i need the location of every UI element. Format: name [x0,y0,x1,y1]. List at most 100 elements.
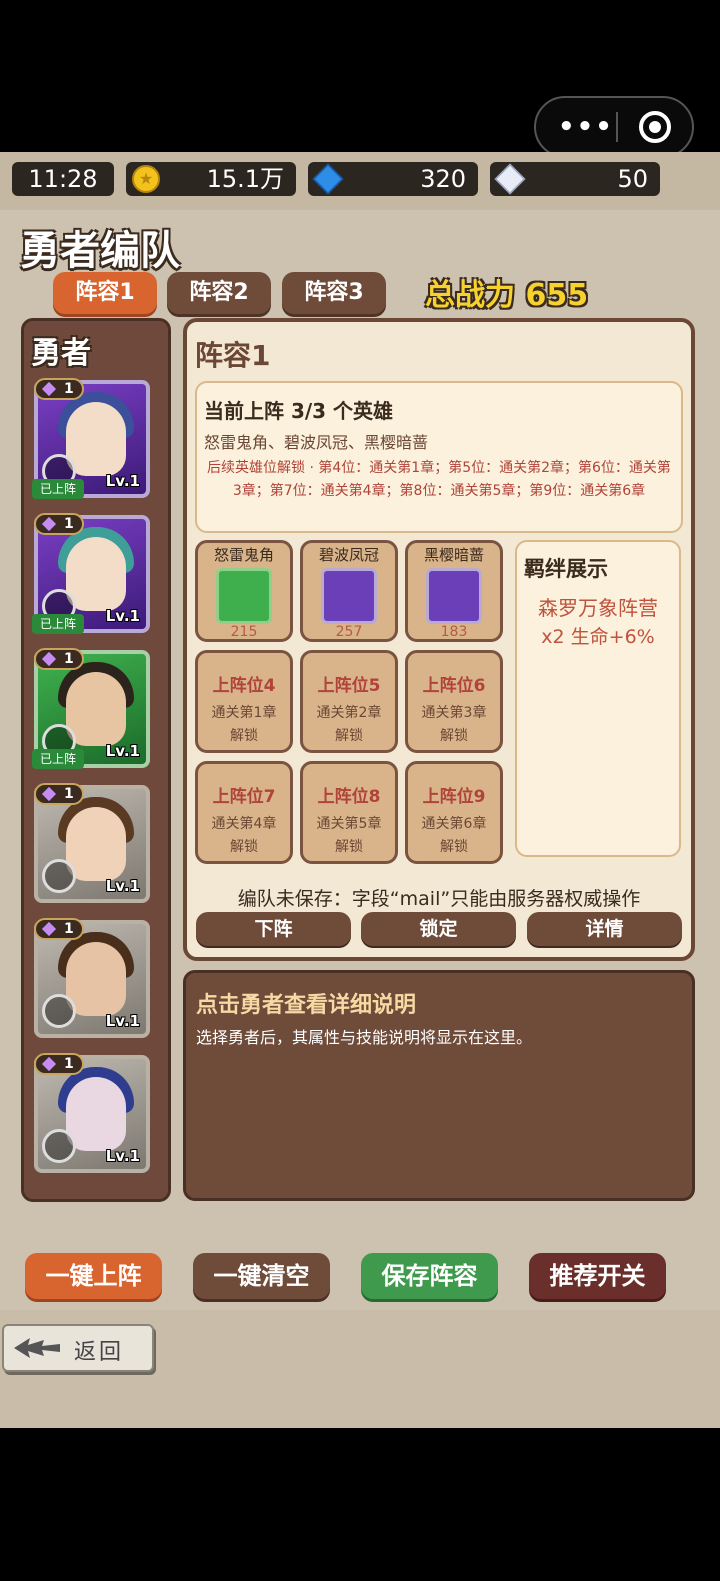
unsaved-warning: 编队未保存：字段“mail”只能由服务器权威操作 [237,888,641,910]
locked-slot-4[interactable]: 上阵位4 通关第1章 解锁 [195,650,293,753]
blue-gem-icon [312,163,344,195]
gold-coin-icon: ★ [132,165,160,193]
class-icon [42,1129,76,1163]
tab-lineup-1[interactable]: 阵容1 [53,272,157,314]
lock-button[interactable]: 锁定 [361,912,516,946]
recommend-toggle-button[interactable]: 推荐开关 [529,1253,666,1299]
hero-list-title: 勇者 [31,336,91,371]
slot-requirement: 通关第6章 [421,816,487,832]
slot-label: 上阵位6 [422,676,486,696]
locked-slot-9[interactable]: 上阵位9 通关第6章 解锁 [405,761,503,864]
hero-level: Lv.1 [105,472,140,490]
star-count: 1 [64,1056,74,1072]
diamond-value: 50 [617,165,648,193]
star-badge: 1 [34,648,84,670]
tab-lineup-2[interactable]: 阵容2 [167,272,271,314]
slot-label: 上阵位9 [422,787,486,807]
clock: 11:28 [12,162,114,196]
star-badge: 1 [34,1053,84,1075]
lineup-slot-2[interactable]: 碧波凤冠 257 [300,540,398,642]
slot-hero-avatar [426,568,482,624]
star-gem-icon [41,1056,57,1072]
slot-unlock-state: 解锁 [335,839,363,855]
miniprogram-capsule: ••• [534,96,694,158]
star-count: 1 [64,921,74,937]
lineup-title: 阵容1 [195,339,271,372]
slot-hero-power: 183 [440,624,468,640]
slot-unlock-state: 解锁 [230,728,258,744]
locked-slot-7[interactable]: 上阵位7 通关第4章 解锁 [195,761,293,864]
hero-level: Lv.1 [105,877,140,895]
star-badge: 1 [34,378,84,400]
slot-requirement: 通关第1章 [211,705,277,721]
locked-slot-6[interactable]: 上阵位6 通关第3章 解锁 [405,650,503,753]
slot-unlock-state: 解锁 [335,728,363,744]
star-gem-icon [41,516,57,532]
deployed-badge: 已上阵 [32,749,84,769]
more-icon[interactable]: ••• [558,114,614,140]
tab-lineup-3[interactable]: 阵容3 [282,272,386,314]
unequip-button[interactable]: 下阵 [196,912,351,946]
locked-slot-8[interactable]: 上阵位8 通关第5章 解锁 [300,761,398,864]
time-text: 11:28 [28,165,98,193]
deployed-names: 怒雷鬼角、碧波凤冠、黑樱暗蔷 [204,433,429,452]
slot-hero-power: 257 [335,624,363,640]
class-icon [42,859,76,893]
bond-camp: 森罗万象阵营 [538,596,658,620]
slot-hero-power: 215 [230,624,258,640]
deployed-count: 当前上阵 3/3 个英雄 [204,399,394,423]
bond-panel [515,540,681,857]
slot-requirement: 通关第2章 [316,705,382,721]
slot-hero-name: 黑樱暗蔷 [423,546,484,564]
diamond-icon [494,163,526,195]
back-button[interactable]: 返回 [2,1324,154,1372]
detail-title: 点击勇者查看详细说明 [196,993,417,1018]
star-count: 1 [64,516,74,532]
close-circle-icon[interactable] [639,111,671,143]
slot-label: 上阵位8 [317,787,381,807]
gem-value: 320 [420,165,466,193]
star-gem-icon [41,381,57,397]
hero-level: Lv.1 [105,1147,140,1165]
star-count: 1 [64,786,74,802]
slot-requirement: 通关第5章 [316,816,382,832]
slot-hero-avatar [216,568,272,624]
unlock-info: 后续英雄位解锁 · 第4位：通关第1章；第5位：通关第2章；第6位：通关第3章；… [207,460,671,499]
hero-level: Lv.1 [105,742,140,760]
page-title: 勇者编队 [20,228,180,274]
star-count: 1 [64,381,74,397]
gold-value: 15.1万 [206,165,284,193]
detail-text: 选择勇者后，其属性与技能说明将显示在这里。 [196,1028,533,1047]
slot-label: 上阵位5 [317,676,381,696]
back-label: 返回 [74,1340,125,1365]
slot-requirement: 通关第3章 [421,705,487,721]
lineup-slot-1[interactable]: 怒雷鬼角 215 [195,540,293,642]
star-gem-icon [41,921,57,937]
auto-equip-button[interactable]: 一键上阵 [25,1253,162,1299]
diamond-counter: 50 [490,162,660,196]
clear-all-button[interactable]: 一键清空 [193,1253,330,1299]
slot-label: 上阵位4 [212,676,276,696]
slot-unlock-state: 解锁 [440,728,468,744]
hero-level: Lv.1 [105,1012,140,1030]
star-badge: 1 [34,918,84,940]
slot-unlock-state: 解锁 [230,839,258,855]
gold-counter: ★ 15.1万 [126,162,296,196]
lineup-slot-3[interactable]: 黑樱暗蔷 183 [405,540,503,642]
hero-level: Lv.1 [105,607,140,625]
slot-requirement: 通关第4章 [211,816,277,832]
slot-hero-avatar [321,568,377,624]
star-badge: 1 [34,513,84,535]
deployed-badge: 已上阵 [32,479,84,499]
deployed-badge: 已上阵 [32,614,84,634]
star-gem-icon [41,651,57,667]
locked-slot-5[interactable]: 上阵位5 通关第2章 解锁 [300,650,398,753]
gem-counter: 320 [308,162,478,196]
bond-effect: x2 生命+6% [541,626,655,648]
back-arrow-icon [14,1338,60,1358]
star-count: 1 [64,651,74,667]
capsule-divider [616,112,618,142]
slot-hero-name: 怒雷鬼角 [213,546,274,564]
save-lineup-button[interactable]: 保存阵容 [361,1253,498,1299]
detail-button[interactable]: 详情 [527,912,682,946]
